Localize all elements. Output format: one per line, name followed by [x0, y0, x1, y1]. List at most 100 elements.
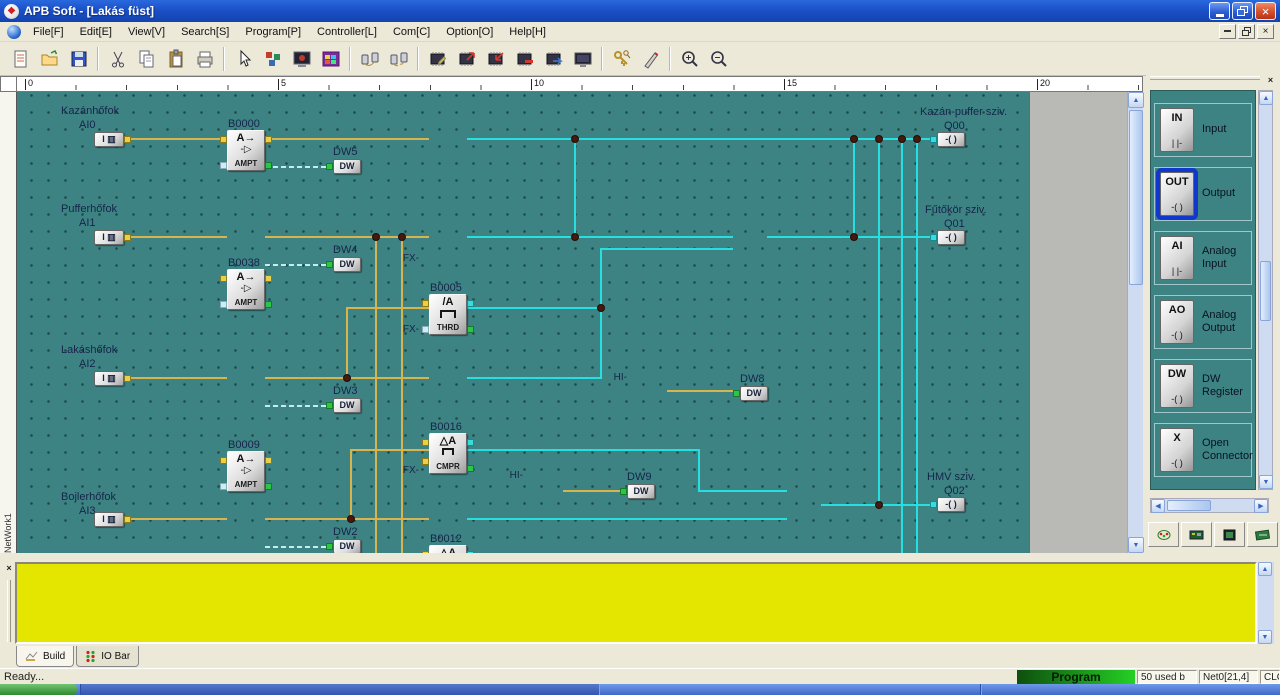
- canvas-vertical-scrollbar[interactable]: ▲ ▼: [1127, 92, 1144, 553]
- function-block-thrd[interactable]: B0005/A THRD: [422, 282, 474, 335]
- toolbar-button-pointer[interactable]: [229, 45, 258, 73]
- menu-edit[interactable]: Edit[E]: [72, 23, 120, 41]
- child-window-icon[interactable]: [7, 24, 21, 39]
- output-panel-drag-handle[interactable]: [7, 580, 11, 642]
- scroll-up-button[interactable]: ▲: [1259, 91, 1273, 105]
- analog-input-block[interactable]: I ▥: [94, 230, 131, 245]
- dw-register-block[interactable]: DW3 DW: [326, 385, 361, 413]
- toolbar-button-simulation[interactable]: [287, 45, 316, 73]
- toolbar-button-open[interactable]: [35, 45, 64, 73]
- scrollbar-thumb[interactable]: [1129, 110, 1143, 285]
- tab-io-bar[interactable]: IO Bar: [76, 646, 140, 667]
- dw-register-block[interactable]: DW2 DW: [326, 526, 361, 553]
- menu-program[interactable]: Program[P]: [237, 23, 309, 41]
- dw-register-block[interactable]: DW4 DW: [326, 244, 361, 272]
- output-coil-block[interactable]: -( ): [930, 497, 965, 512]
- child-minimize-button[interactable]: [1219, 24, 1236, 39]
- scroll-right-button[interactable]: ▶: [1254, 499, 1268, 513]
- dw-register-block[interactable]: DW9 DW: [620, 471, 655, 499]
- toolbar-button-print[interactable]: [190, 45, 219, 73]
- menu-help[interactable]: Help[H]: [501, 23, 554, 41]
- tab-build[interactable]: Build: [16, 646, 75, 667]
- toolbar-button-block-transfer[interactable]: [539, 45, 568, 73]
- junction-dot: [372, 233, 380, 241]
- toolbar-button-new[interactable]: [6, 45, 35, 73]
- palette-category-memory-button[interactable]: [1214, 522, 1245, 547]
- menu-option[interactable]: Option[O]: [438, 23, 501, 41]
- toolbar-button-zoom-out[interactable]: [704, 45, 733, 73]
- analog-input-block[interactable]: I ▥: [94, 132, 131, 147]
- palette-abbr: DW: [1167, 368, 1187, 380]
- diagram-canvas[interactable]: Kazánhőfok AI0 I ▥ Pufferhőfok AI1 I ▥ L…: [17, 92, 1127, 553]
- scroll-up-button[interactable]: ▲: [1128, 92, 1144, 108]
- toolbar-button-copy[interactable]: [132, 45, 161, 73]
- toolbar-button-block-remove[interactable]: [510, 45, 539, 73]
- input-pin: [326, 543, 333, 550]
- palette-category-controller-button[interactable]: [1181, 522, 1212, 547]
- close-button[interactable]: ×: [1255, 2, 1276, 20]
- palette-item-analog-input[interactable]: AI | |- Analog Input: [1154, 231, 1252, 285]
- palette-item-dw-register[interactable]: DW -( ) DW Register: [1154, 359, 1252, 413]
- output-scrollbar[interactable]: ▲ ▼: [1258, 562, 1274, 644]
- function-block-ampt[interactable]: B0009 A→ -▷ AMPT: [220, 439, 272, 492]
- scroll-up-button[interactable]: ▲: [1258, 562, 1272, 576]
- palette-vertical-scrollbar[interactable]: ▲ ▼: [1258, 90, 1273, 490]
- child-restore-button[interactable]: [1238, 24, 1255, 39]
- toolbar-button-password[interactable]: [607, 45, 636, 73]
- restore-button[interactable]: [1232, 2, 1253, 20]
- toolbar-button-zoom-in[interactable]: [675, 45, 704, 73]
- taskbar-button[interactable]: [80, 684, 600, 695]
- analog-input-block[interactable]: I ▥: [94, 371, 131, 386]
- toolbar-button-function-blocks[interactable]: [258, 45, 287, 73]
- register-name: DW8: [740, 373, 765, 385]
- palette-close-icon[interactable]: ×: [1264, 73, 1277, 86]
- menu-search[interactable]: Search[S]: [173, 23, 237, 41]
- palette-item-open-connector[interactable]: X -( ) Open Connector: [1154, 423, 1253, 477]
- function-block-ampt[interactable]: B0038 A→ -▷ AMPT: [220, 257, 272, 310]
- menu-view[interactable]: View[V]: [120, 23, 173, 41]
- io-label: AI1: [79, 217, 96, 229]
- memory-category-icon: [1223, 529, 1235, 540]
- output-coil-block[interactable]: -( ): [930, 230, 965, 245]
- toolbar-button-block-monitor[interactable]: [568, 45, 597, 73]
- toolbar-button-block-import[interactable]: [481, 45, 510, 73]
- toolbar-button-cut[interactable]: [103, 45, 132, 73]
- palette-item-input[interactable]: IN | |- Input: [1154, 103, 1252, 157]
- function-block-ampt[interactable]: B0000 A→ -▷ AMPT: [220, 118, 272, 171]
- toolbar-button-block-write[interactable]: [423, 45, 452, 73]
- network-tab-strip[interactable]: NetWork1: [0, 92, 17, 553]
- menu-controller[interactable]: Controller[L]: [309, 23, 385, 41]
- scroll-down-button[interactable]: ▼: [1258, 630, 1272, 644]
- dw-register-block[interactable]: DW5 DW: [326, 146, 361, 174]
- function-block-cmpr[interactable]: B0012△ACMPR: [422, 533, 474, 553]
- scroll-left-button[interactable]: ◀: [1151, 499, 1165, 513]
- output-panel-close-icon[interactable]: ×: [3, 562, 15, 574]
- palette-horizontal-scrollbar[interactable]: ◀ ▶: [1150, 498, 1269, 513]
- child-close-button[interactable]: ×: [1257, 24, 1274, 39]
- palette-category-board-button[interactable]: [1247, 522, 1278, 547]
- analog-input-block[interactable]: I ▥: [94, 512, 131, 527]
- palette-drag-handle[interactable]: [1150, 76, 1260, 80]
- scrollbar-thumb[interactable]: [1260, 261, 1271, 321]
- menu-com[interactable]: Com[C]: [385, 23, 438, 41]
- toolbar-button-save[interactable]: [64, 45, 93, 73]
- scrollbar-thumb[interactable]: [1167, 500, 1211, 511]
- toolbar-button-block-export[interactable]: [452, 45, 481, 73]
- toolbar-button-connect[interactable]: [355, 45, 384, 73]
- palette-item-analog-output[interactable]: AO -( ) Analog Output: [1154, 295, 1252, 349]
- scroll-down-button[interactable]: ▼: [1128, 537, 1144, 553]
- palette-category-io-button[interactable]: [1148, 522, 1179, 547]
- minimize-button[interactable]: [1209, 2, 1230, 20]
- palette-item-output[interactable]: OUT -( ) Output: [1154, 167, 1252, 221]
- toolbar-button-probe[interactable]: [636, 45, 665, 73]
- toolbar-button-paste[interactable]: [161, 45, 190, 73]
- dw-register-block[interactable]: DW8 DW: [733, 373, 768, 401]
- start-button[interactable]: [0, 684, 77, 695]
- toolbar-button-hmi-monitor[interactable]: [316, 45, 345, 73]
- dw-register-block-icon: DW -( ): [1160, 364, 1194, 408]
- menu-file[interactable]: File[F]: [25, 23, 72, 41]
- toolbar-button-disconnect[interactable]: [384, 45, 413, 73]
- scroll-down-button[interactable]: ▼: [1259, 475, 1273, 489]
- output-coil-block[interactable]: -( ): [930, 132, 965, 147]
- function-block-cmpr[interactable]: B0016 △A CMPR: [422, 421, 474, 474]
